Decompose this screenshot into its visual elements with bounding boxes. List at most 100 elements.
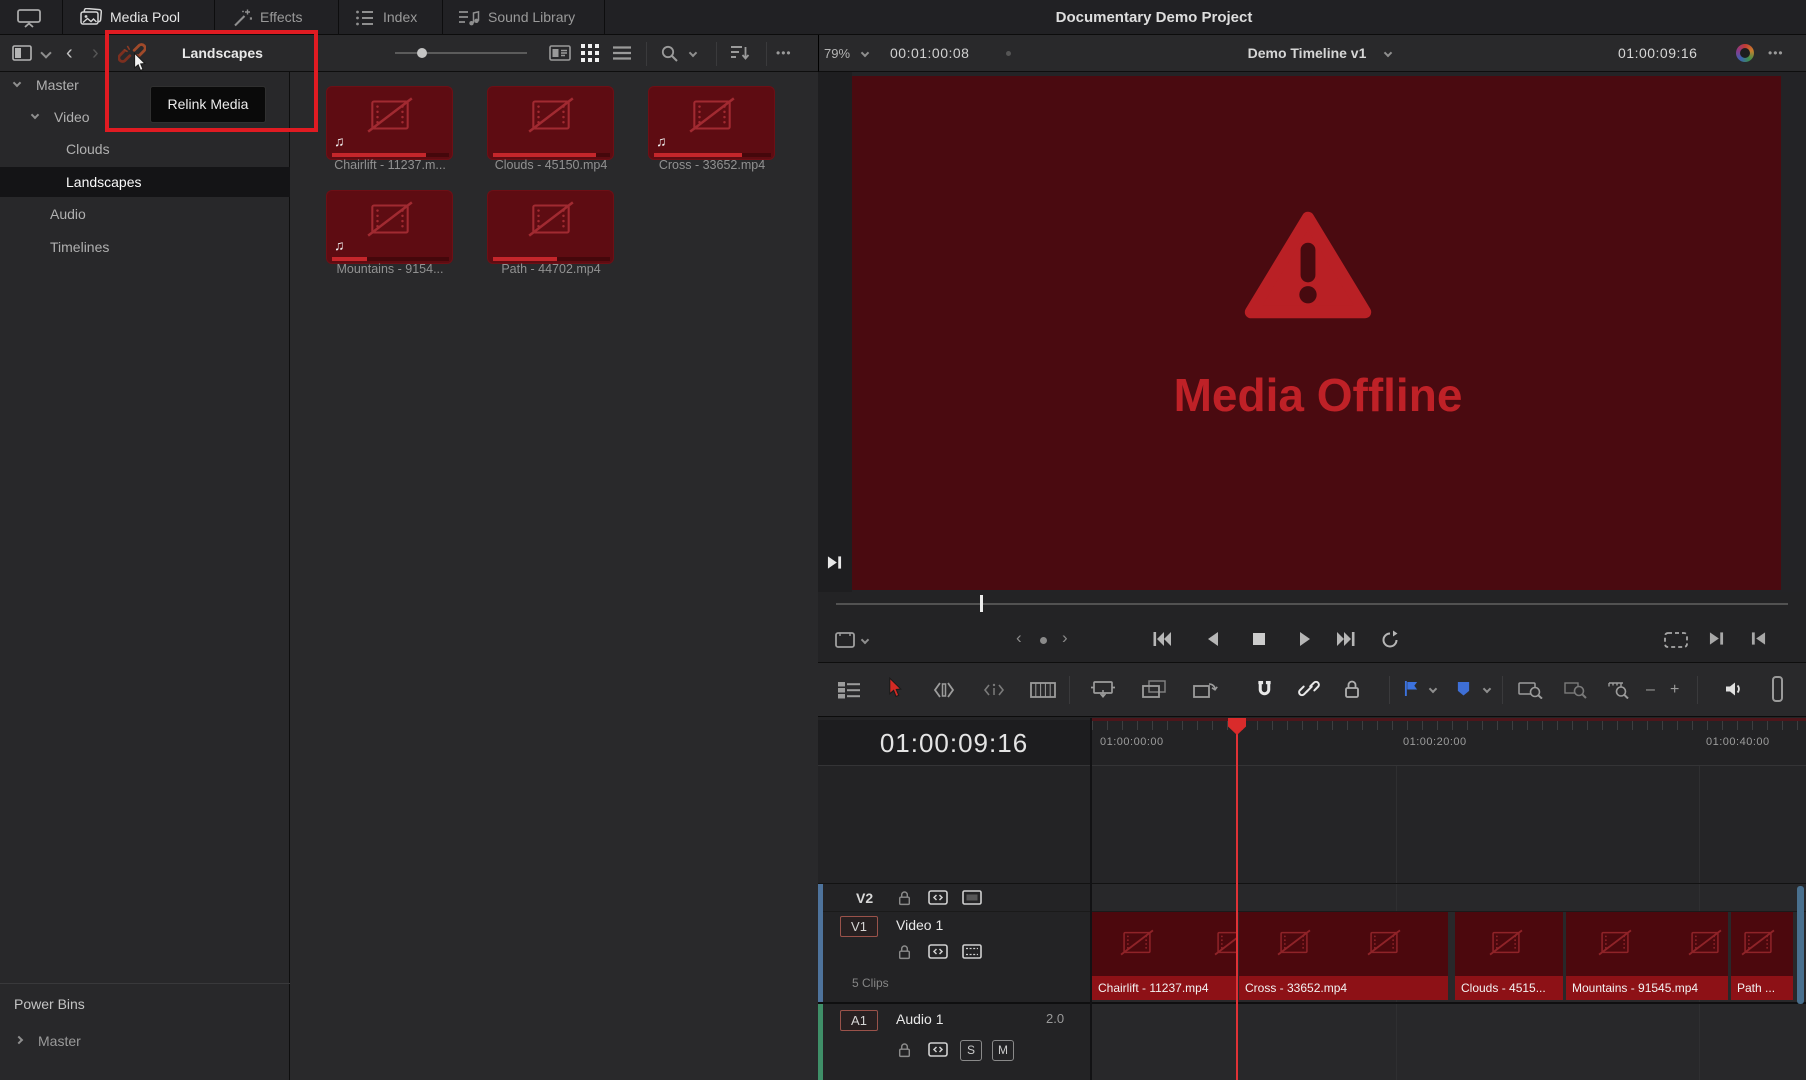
zoom-out-button[interactable]: – <box>1646 672 1655 708</box>
tab-effects[interactable]: Effects <box>260 0 303 35</box>
relink-media-tooltip: Relink Media <box>150 86 266 123</box>
jog-dot-icon[interactable] <box>1040 637 1047 644</box>
go-to-last-frame-button[interactable] <box>1336 630 1356 648</box>
tab-media-pool[interactable]: Media Pool <box>110 0 180 35</box>
viewer-overlay-button[interactable] <box>834 631 856 649</box>
bin-back-button[interactable]: ‹ <box>66 35 73 71</box>
overwrite-clip-button[interactable] <box>1141 679 1167 699</box>
linked-selection-button[interactable] <box>1298 678 1320 699</box>
next-edit-icon[interactable] <box>826 555 843 570</box>
cinema-viewer-button[interactable] <box>1664 632 1688 648</box>
timeline-clip-mountains[interactable]: Mountains - 91545.mp4 <box>1566 912 1728 1000</box>
insert-clip-button[interactable] <box>1090 679 1116 699</box>
stop-button[interactable] <box>1252 632 1266 646</box>
bin-forward-button[interactable]: › <box>92 35 99 71</box>
power-bins-item-master[interactable]: Master <box>0 1026 290 1056</box>
tab-sound-library[interactable]: Sound Library <box>488 0 575 35</box>
marker-button[interactable] <box>1456 680 1471 697</box>
viewer-clip-timecode[interactable]: 00:01:00:08 <box>890 35 969 72</box>
viewer-scrub-bar[interactable] <box>836 603 1788 605</box>
media-clip-chairlift[interactable]: ♫ <box>326 86 453 160</box>
track-a1-mute-button[interactable]: M <box>992 1040 1014 1061</box>
track-v2-lock-icon[interactable] <box>898 890 911 906</box>
media-clip-clouds[interactable] <box>487 86 614 160</box>
viewer-scrub-playhead[interactable] <box>980 595 983 612</box>
track-a1-badge[interactable]: A1 <box>840 1010 878 1031</box>
viewer-zoom-level[interactable]: 79% <box>824 35 850 72</box>
tree-expand-icon[interactable] <box>31 111 39 119</box>
viewer-options-button[interactable]: ••• <box>1768 35 1784 72</box>
previous-edit-button[interactable] <box>1750 631 1767 646</box>
timeline-zoom-full-button[interactable] <box>1518 681 1544 699</box>
replace-clip-button[interactable] <box>1192 679 1218 699</box>
clip-progress-bar <box>332 153 426 157</box>
timeline-ruler[interactable]: 01:00:00:00 01:00:20:00 01:00:40:00 <box>1092 718 1806 766</box>
next-edit-button[interactable] <box>1708 631 1725 646</box>
timeline-playhead-line[interactable] <box>1236 718 1238 1080</box>
timeline-clip-clouds[interactable]: Clouds - 4515... <box>1455 912 1563 1000</box>
audio-monitor-button[interactable] <box>1724 680 1744 698</box>
bin-tree-item-clouds[interactable]: Clouds <box>0 134 290 164</box>
media-clip-cross[interactable]: ♫ <box>648 86 775 160</box>
track-a1-autoselect-icon[interactable] <box>928 1042 948 1057</box>
thumbnail-zoom-slider[interactable] <box>395 52 527 54</box>
step-back-button[interactable] <box>1206 631 1220 647</box>
thumbnail-view-button[interactable] <box>581 44 599 62</box>
viewer-overlay-chevron-icon[interactable] <box>861 636 869 644</box>
track-a1-lock-icon[interactable] <box>898 1042 911 1058</box>
dynamic-trim-mode-button[interactable] <box>982 681 1006 699</box>
blade-edit-mode-button[interactable] <box>1030 681 1056 699</box>
trim-edit-mode-button[interactable] <box>932 681 956 699</box>
track-a1-name[interactable]: Audio 1 <box>896 1006 943 1032</box>
workspace-toggle-button[interactable] <box>16 7 42 28</box>
bin-list-toggle-button[interactable] <box>12 45 32 61</box>
clip-progress-bar <box>493 257 557 261</box>
jog-right-icon[interactable]: › <box>1062 628 1068 648</box>
mixer-button[interactable] <box>1772 676 1783 702</box>
play-button[interactable] <box>1298 631 1312 647</box>
filmstrip-view-button[interactable] <box>548 45 572 61</box>
track-v1-autoselect-icon[interactable] <box>928 944 948 959</box>
loop-button[interactable] <box>1380 630 1400 648</box>
timeline-clip-cross[interactable]: Cross - 33652.mp4 <box>1239 912 1448 1000</box>
list-view-button[interactable] <box>612 45 632 61</box>
timeline-clip-path[interactable]: Path ... <box>1731 912 1793 1000</box>
snapping-button[interactable] <box>1256 679 1273 699</box>
media-pool-options-button[interactable]: ••• <box>776 35 792 72</box>
timeline-scrollbar[interactable] <box>1797 886 1804 1004</box>
jog-left-icon[interactable]: ‹ <box>1016 628 1022 648</box>
track-v1-name[interactable]: Video 1 <box>896 912 943 938</box>
position-lock-button[interactable] <box>1344 679 1360 699</box>
timeline-timecode-box[interactable]: 01:00:09:16 <box>818 720 1090 766</box>
track-v2-enable-icon[interactable] <box>962 890 982 905</box>
track-v1-badge[interactable]: V1 <box>840 916 878 937</box>
track-v2-autoselect-icon[interactable] <box>928 890 948 905</box>
media-clip-mountains[interactable]: ♫ <box>326 190 453 264</box>
bin-tree-item-audio[interactable]: Audio <box>0 199 290 229</box>
flag-button[interactable] <box>1404 680 1419 697</box>
selection-mode-button[interactable] <box>888 677 902 699</box>
timeline-selector[interactable]: Demo Timeline v1 <box>1177 35 1437 72</box>
track-v2-label[interactable]: V2 <box>856 884 873 912</box>
bin-tree-item-timelines[interactable]: Timelines <box>0 232 290 262</box>
sort-button[interactable] <box>730 44 750 62</box>
media-clip-path[interactable] <box>487 190 614 264</box>
tree-collapsed-icon[interactable] <box>15 1036 23 1044</box>
color-management-icon[interactable] <box>1736 44 1754 62</box>
go-to-first-frame-button[interactable] <box>1152 630 1172 648</box>
track-v1-lock-icon[interactable] <box>898 944 911 960</box>
timeline-clip-chairlift[interactable]: Chairlift - 11237.mp4 <box>1092 912 1237 1000</box>
bin-tree-item-landscapes[interactable]: Landscapes <box>0 167 290 197</box>
timeline-zoom-custom-button[interactable] <box>1608 681 1632 699</box>
search-button[interactable] <box>660 44 678 62</box>
track-v1-enable-icon[interactable] <box>962 944 982 959</box>
zoom-in-button[interactable]: + <box>1670 672 1679 708</box>
viewer-video-area[interactable]: Media Offline <box>852 76 1781 590</box>
viewer-timecode[interactable]: 01:00:09:16 <box>1618 35 1697 72</box>
timeline-zoom-window-button[interactable] <box>1564 681 1588 699</box>
tree-expand-icon[interactable] <box>13 79 21 87</box>
timeline-view-options-button[interactable] <box>836 681 862 699</box>
track-a1-solo-button[interactable]: S <box>960 1040 982 1061</box>
tab-index[interactable]: Index <box>383 0 417 35</box>
thumbnail-zoom-slider-handle[interactable] <box>417 48 427 58</box>
